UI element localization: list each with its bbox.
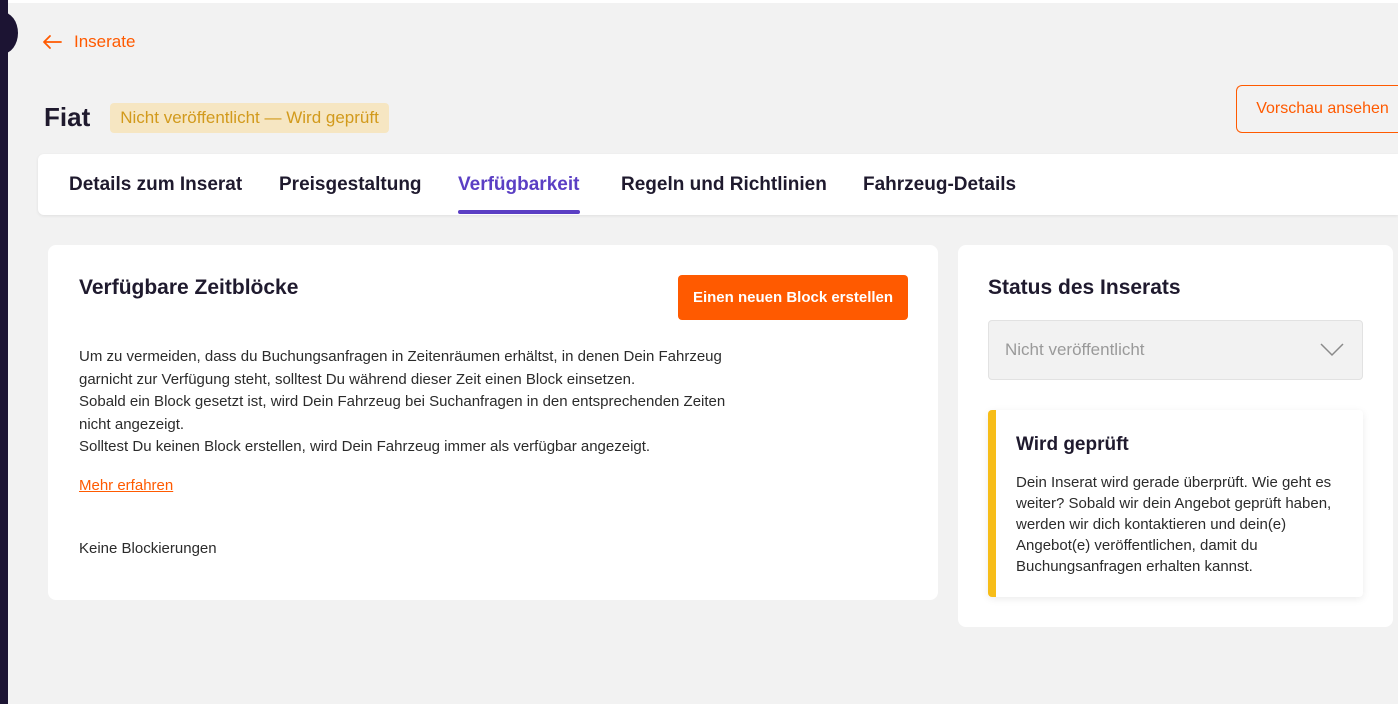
status-panel-title: Status des Inserats <box>988 276 1181 299</box>
sidebar-toggle-button[interactable] <box>0 12 18 54</box>
review-notice: Wird geprüft Dein Inserat wird gerade üb… <box>988 410 1363 597</box>
description-line: Solltest Du keinen Block erstellen, wird… <box>79 438 651 455</box>
learn-more-link[interactable]: Mehr erfahren <box>79 477 173 494</box>
preview-button[interactable]: Vorschau ansehen <box>1236 85 1398 133</box>
review-notice-title: Wird geprüft <box>1016 434 1129 455</box>
left-sidebar-rail <box>0 0 8 704</box>
page-title: Fiat <box>44 102 91 132</box>
status-select-value: Nicht veröffentlicht <box>1005 340 1145 359</box>
tab-availability[interactable]: Verfügbarkeit <box>458 174 579 196</box>
title-row: Fiat Nicht veröffentlicht — Wird geprüft <box>44 102 389 133</box>
availability-card: Verfügbare Zeitblöcke Einen neuen Block … <box>48 245 938 600</box>
tab-pricing[interactable]: Preisgestaltung <box>279 174 422 196</box>
top-divider <box>8 0 1398 3</box>
back-link-label: Inserate <box>74 32 136 51</box>
tab-bar: Details zum Inserat Preisgestaltung Verf… <box>38 154 1398 215</box>
review-notice-text: Dein Inserat wird gerade überprüft. Wie … <box>1016 474 1332 575</box>
status-select[interactable]: Nicht veröffentlicht <box>988 320 1363 380</box>
tab-details[interactable]: Details zum Inserat <box>69 174 242 196</box>
tab-rules[interactable]: Regeln und Richtlinien <box>621 174 827 196</box>
description-line: nicht angezeigt. <box>79 415 185 433</box>
active-tab-indicator <box>458 210 580 214</box>
description-line: Sobald ein Block gesetzt ist, wird Dein … <box>79 393 726 410</box>
back-to-listings-link[interactable]: Inserate <box>42 32 135 52</box>
tab-vehicle-details[interactable]: Fahrzeug-Details <box>863 174 1016 196</box>
chevron-down-icon <box>1320 343 1344 357</box>
status-badge: Nicht veröffentlicht — Wird geprüft <box>110 102 389 133</box>
availability-description: Um zu vermeiden, dass du Buchungsanfrage… <box>79 346 749 459</box>
arrow-left-icon <box>43 35 62 49</box>
description-line: Um zu vermeiden, dass du Buchungsanfrage… <box>79 348 722 365</box>
create-block-button[interactable]: Einen neuen Block erstellen <box>678 275 908 320</box>
listing-status-card: Status des Inserats Nicht veröffentlicht… <box>958 245 1393 627</box>
availability-title: Verfügbare Zeitblöcke <box>79 276 299 299</box>
description-line: garnicht zur Verfügung steht, solltest D… <box>79 370 636 388</box>
empty-blocks-text: Keine Blockierungen <box>79 540 217 557</box>
